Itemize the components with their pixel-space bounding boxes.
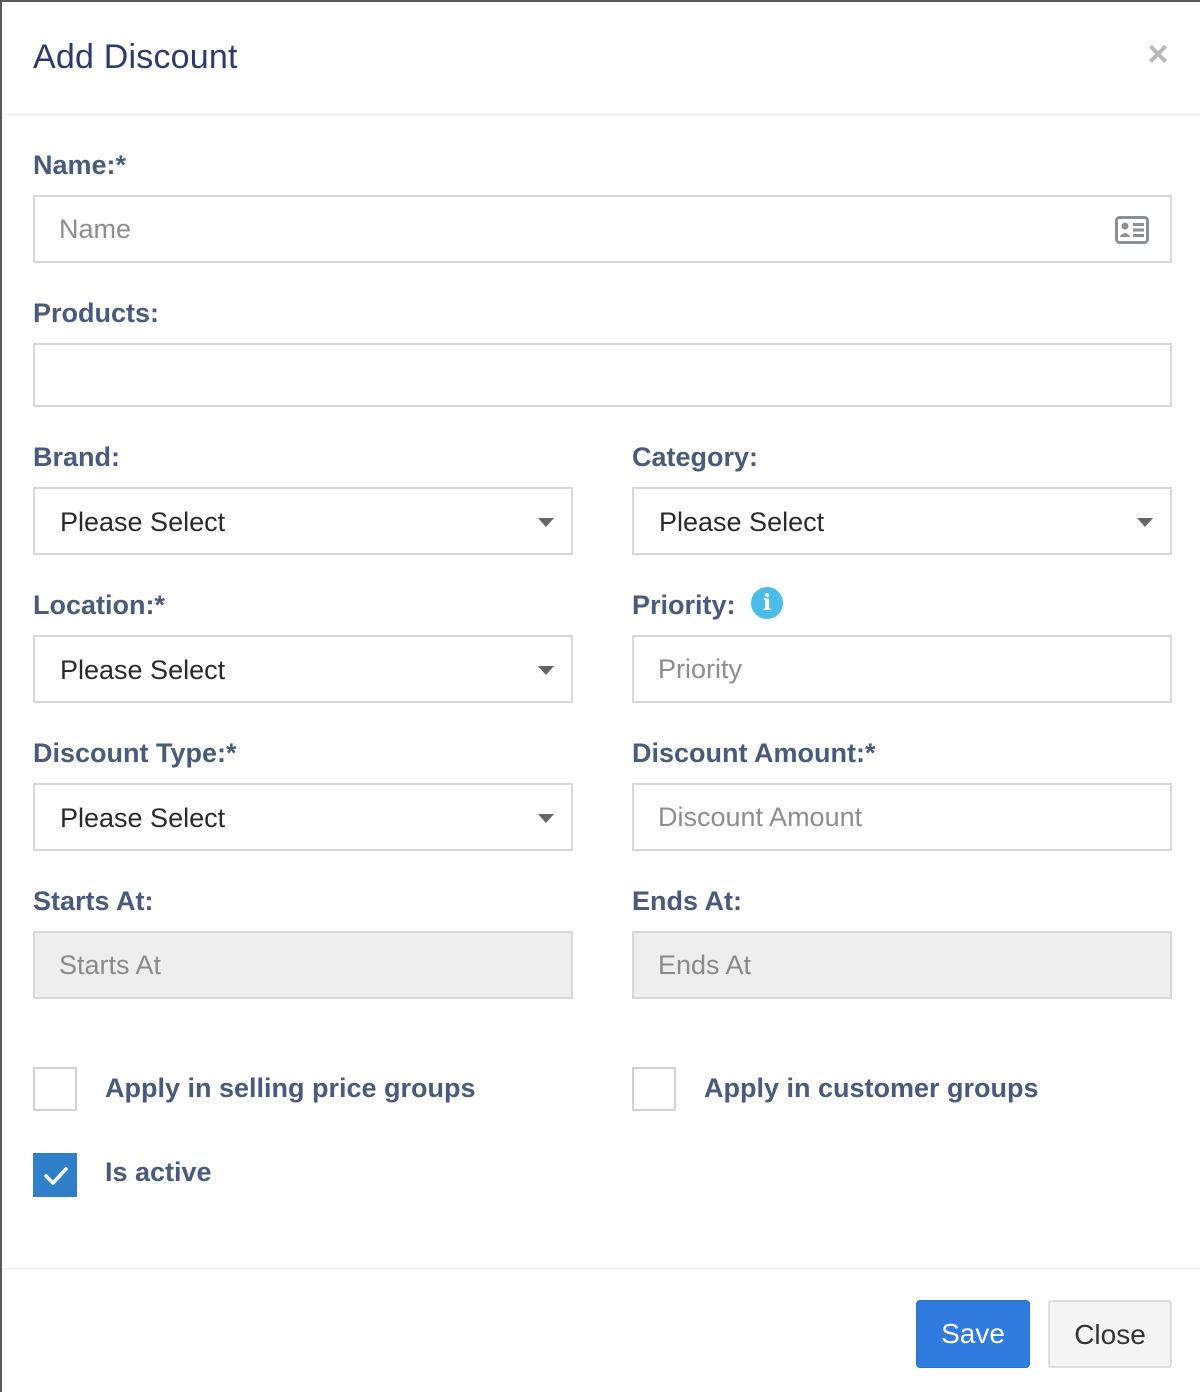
is-active-label: Is active — [105, 1157, 212, 1187]
category-label: Category: — [632, 442, 759, 472]
brand-select-value: Please Select — [60, 507, 226, 537]
location-select-value: Please Select — [60, 655, 226, 685]
starts-at-input[interactable] — [33, 931, 573, 999]
discount-amount-input[interactable] — [632, 783, 1172, 851]
category-select[interactable]: Please Select — [632, 487, 1172, 555]
save-button[interactable]: Save — [916, 1300, 1030, 1368]
brand-select[interactable]: Please Select — [33, 487, 573, 555]
modal-footer-divider — [2, 1268, 1200, 1269]
products-input[interactable] — [33, 343, 1172, 407]
checkmark-icon — [44, 1167, 68, 1185]
close-button[interactable]: Close — [1048, 1300, 1172, 1368]
chevron-down-icon — [538, 518, 554, 527]
priority-input[interactable] — [632, 635, 1172, 703]
starts-at-label: Starts At: — [33, 886, 154, 916]
chevron-down-icon — [538, 666, 554, 675]
customer-groups-label: Apply in customer groups — [704, 1073, 1039, 1103]
selling-price-groups-label: Apply in selling price groups — [105, 1073, 476, 1103]
location-label: Location:* — [33, 590, 165, 620]
chevron-down-icon — [1137, 518, 1153, 527]
close-icon[interactable]: × — [1142, 36, 1174, 72]
discount-type-label: Discount Type:* — [33, 738, 237, 768]
brand-label: Brand: — [33, 442, 120, 472]
modal-title: Add Discount — [33, 38, 238, 76]
name-input[interactable] — [33, 195, 1172, 263]
add-discount-modal: Add Discount × Name:* Products: Brand: P… — [0, 0, 1200, 1392]
name-label: Name:* — [33, 150, 127, 180]
customer-groups-checkbox[interactable] — [632, 1067, 676, 1111]
info-icon[interactable]: i — [751, 587, 783, 619]
ends-at-input[interactable] — [632, 931, 1172, 999]
location-select[interactable]: Please Select — [33, 635, 573, 703]
id-card-icon — [1115, 216, 1149, 244]
selling-price-groups-checkbox[interactable] — [33, 1067, 77, 1111]
is-active-checkbox[interactable] — [33, 1153, 77, 1197]
discount-type-select[interactable]: Please Select — [33, 783, 573, 851]
category-select-value: Please Select — [659, 507, 825, 537]
discount-type-select-value: Please Select — [60, 803, 226, 833]
chevron-down-icon — [538, 814, 554, 823]
priority-label: Priority: — [632, 590, 736, 620]
products-label: Products: — [33, 298, 160, 328]
discount-amount-label: Discount Amount:* — [632, 738, 876, 768]
modal-header: Add Discount × — [2, 2, 1200, 115]
ends-at-label: Ends At: — [632, 886, 742, 916]
